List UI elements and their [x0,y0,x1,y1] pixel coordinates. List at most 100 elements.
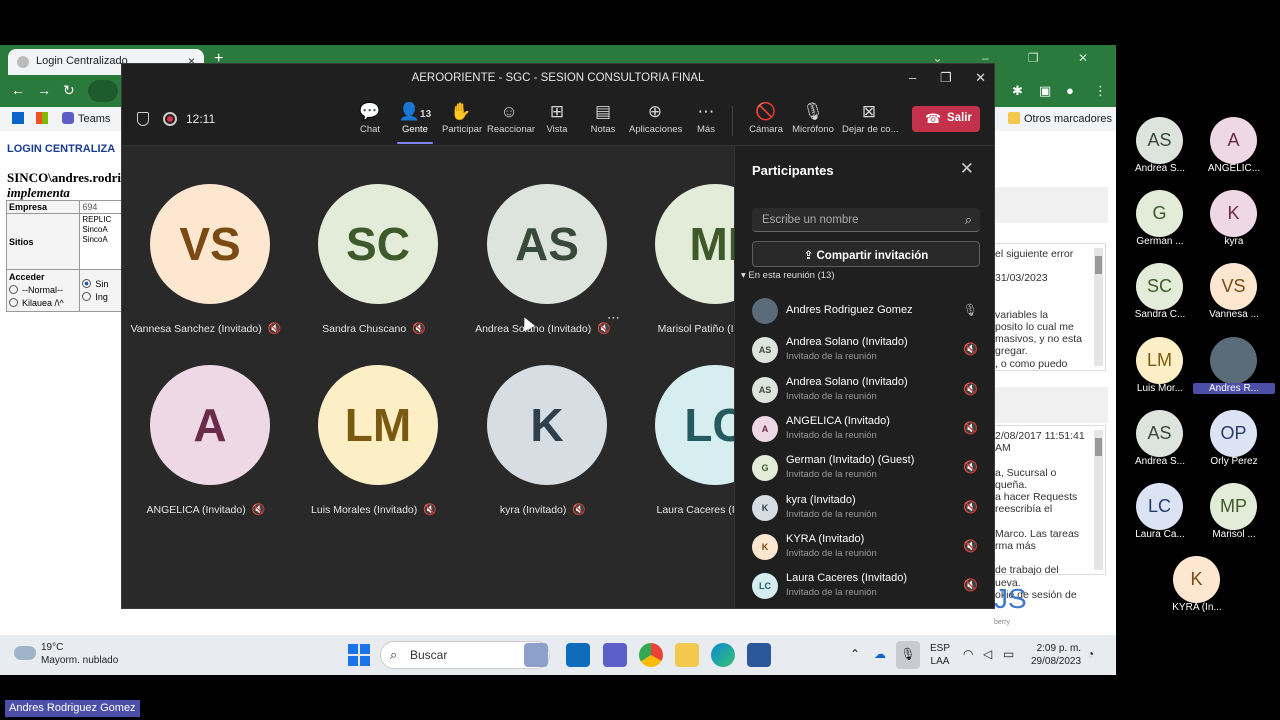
people-button[interactable]: 👤13 Gente [397,102,433,135]
windows-start-icon[interactable] [348,644,370,666]
radio-kilauea[interactable]: Kilauea /\^ [9,297,77,310]
language-indicator[interactable]: ESP LAA [930,642,950,668]
word-icon[interactable] [747,643,771,667]
sidepanel-icon[interactable]: ▣ [1039,83,1051,99]
sitios-list[interactable]: REPLIC SincoA SincoA [79,213,122,270]
cloud-icon[interactable] [14,646,36,660]
mic-off-icon[interactable]: 🔇 [963,421,978,435]
empresa-field[interactable]: 694 [79,200,122,214]
mic-off-icon[interactable]: 🔇 [963,342,978,356]
search-highlight-icon[interactable] [524,643,548,667]
gallery-participant[interactable]: AS Andrea S... [1125,117,1195,183]
leave-button[interactable]: ☎ Salir [912,106,980,132]
page-title: LOGIN CENTRALIZA [7,143,116,155]
gallery-participant[interactable]: K KYRA (In... [1162,556,1232,622]
file-explorer-icon[interactable] [675,643,699,667]
mic-off-icon[interactable]: 🔇 [963,539,978,553]
address-bar[interactable] [88,80,118,102]
video-tile[interactable]: MI Marisol Patiño (Inv🔇 [627,156,734,335]
recording-icon[interactable] [163,112,177,126]
participant-row[interactable]: K kyra (Invitado) Invitado de la reunión 🔇 [752,491,984,527]
teams-icon[interactable] [603,643,627,667]
participant-row[interactable]: G German (Invitado) (Guest) Invitado de l… [752,451,984,487]
microphone-tray-icon[interactable]: 🎙 [896,641,920,669]
participant-search-input[interactable]: Escribe un nombre ⌕ [752,208,980,232]
close-icon[interactable]: ✕ [975,70,986,85]
raise-hand-button[interactable]: ✋ Participar [442,102,482,135]
bookmark-otros[interactable]: Otros marcadores [1008,112,1112,125]
in-meeting-section[interactable]: ▾ En esta reunión (13) [741,270,835,281]
weather-desc[interactable]: Mayorm. nublado [41,655,118,666]
video-tile[interactable]: VS Vannesa Sanchez (Invitado) 🔇 [122,156,290,335]
scrollbar[interactable] [1094,430,1103,570]
mic-off-icon[interactable]: 🔇 [963,460,978,474]
radio-normal[interactable]: --Normal-- [9,284,77,297]
radio-sin[interactable]: Sin [82,278,119,291]
gallery-participant[interactable]: LM Luis Mor... [1125,337,1195,403]
notification-icon[interactable]: ◔ [1087,647,1094,661]
gallery-participant[interactable]: A ANGELIC... [1199,117,1269,183]
gallery-participant[interactable]: SC Sandra C... [1125,263,1195,329]
shield-icon[interactable] [137,112,149,126]
gallery-participant[interactable]: MP Marisol ... [1199,483,1269,549]
maximize-icon[interactable]: ❐ [940,70,952,85]
gallery-participant[interactable]: K kyra [1199,190,1269,256]
video-tile[interactable]: K kyra (Invitado) 🔇 [459,337,627,516]
share-invite-button[interactable]: ⇪ Compartir invitación [752,241,980,267]
gallery-participant[interactable]: G German ... [1125,190,1195,256]
video-tile[interactable]: LC Laura Caceres (Inv🔇 [627,337,734,516]
menu-icon[interactable]: ⋮ [1094,83,1107,99]
volume-icon[interactable]: ◁ [983,647,992,661]
gallery-participant[interactable]: Andres R... [1193,337,1275,403]
more-options-icon[interactable]: ⋯ [607,310,620,326]
video-tile[interactable]: AS Andrea Solano (Invitado) 🔇 [459,156,627,335]
outlook-icon[interactable] [566,643,590,667]
bookmark-teams[interactable]: Teams [62,112,110,125]
onedrive-icon[interactable]: ☁ [874,647,886,661]
weather-temp[interactable]: 19°C [41,642,63,653]
stop-sharing-button[interactable]: ⊠ Dejar de co... [842,102,899,135]
mic-off-icon[interactable]: 🔇 [963,500,978,514]
profile-icon[interactable]: ● [1066,83,1074,98]
minimize-icon[interactable]: – [909,70,916,85]
microsoft-icon[interactable] [36,112,52,125]
close-icon[interactable]: ✕ [960,159,974,179]
gallery-participant[interactable]: VS Vannesa ... [1199,263,1269,329]
outlook-icon[interactable] [12,112,28,125]
radio-ing[interactable]: Ing [82,291,119,304]
wifi-icon[interactable]: ◠ [963,647,973,661]
mic-off-icon[interactable]: 🔇 [963,382,978,396]
extensions-icon[interactable]: ✱ [1012,83,1023,99]
video-tile[interactable]: SC Sandra Chuscano 🔇 [290,156,458,335]
battery-icon[interactable]: ▭ [1003,647,1014,661]
clock[interactable]: 2:09 p. m. 29/08/2023 [1031,642,1081,668]
mic-off-icon[interactable]: 🔇 [963,578,978,592]
gallery-participant[interactable]: AS Andrea S... [1125,410,1195,476]
view-button[interactable]: ⊞ Vista [544,102,570,135]
back-icon[interactable]: ← [11,82,25,98]
participant-row[interactable]: A ANGELICA (Invitado) Invitado de la reun… [752,412,984,448]
chat-button[interactable]: 💬 Chat [357,102,383,135]
chrome-icon[interactable] [639,643,663,667]
participant-row[interactable]: K KYRA (Invitado) Invitado de la reunión 🔇 [752,530,984,566]
reload-icon[interactable]: ↻ [63,82,75,99]
edge-icon[interactable] [711,643,735,667]
video-tile[interactable]: LM Luis Morales (Invitado) 🔇 [290,337,458,516]
notes-button[interactable]: ▤ Notas [589,102,617,135]
gallery-participant[interactable]: OP Orly Perez [1199,410,1269,476]
video-tile[interactable]: A ANGELICA (Invitado) 🔇 [122,337,290,516]
gallery-participant[interactable]: LC Laura Ca... [1125,483,1195,549]
participant-row[interactable]: AS Andrea Solano (Invitado) Invitado de l… [752,333,984,369]
react-button[interactable]: ☺ Reaccionar [487,102,535,135]
participant-row[interactable]: Andres Rodriguez Gomez 🎙 [752,294,984,330]
scrollbar[interactable] [1094,248,1103,366]
more-button[interactable]: ⋯ Más [696,102,716,135]
forward-icon[interactable]: → [37,82,51,98]
chevron-up-icon[interactable]: ⌃ [850,647,860,661]
microphone-icon[interactable]: 🎙 [963,303,978,317]
microphone-button[interactable]: 🎙 Micrófono [792,102,834,135]
participant-row[interactable]: LC Laura Caceres (Invitado) Invitado de l… [752,569,984,605]
participant-row[interactable]: AS Andrea Solano (Invitado) Invitado de l… [752,373,984,409]
apps-button[interactable]: ⊕ Aplicaciones [629,102,682,135]
camera-button[interactable]: 🚫 Cámara [749,102,783,135]
